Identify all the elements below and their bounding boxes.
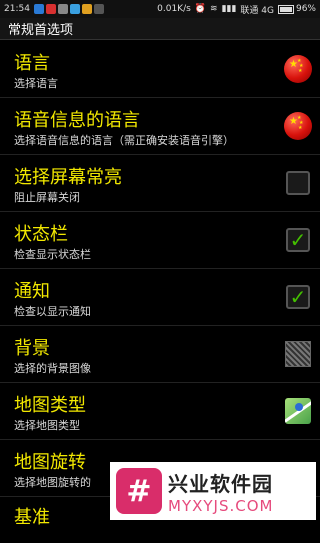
pref-title: 地图旋转 xyxy=(14,452,86,473)
background-thumbnail-icon xyxy=(285,341,311,367)
status-bar: 21:54 0.01K/s ⏰ ≋ ▮▮▮ 联通 4G 96% xyxy=(0,0,320,18)
status-bar-checkbox[interactable]: ✓ xyxy=(286,228,310,252)
pref-title: 语言 xyxy=(14,53,50,74)
app-notification-icon xyxy=(69,4,80,14)
pref-summary: 选择地图旋转的 xyxy=(14,476,91,489)
pref-summary: 选择地图类型 xyxy=(14,419,80,432)
wifi-icon: ≋ xyxy=(210,4,218,14)
pref-title: 状态栏 xyxy=(14,224,68,245)
pref-summary: 选择的背景图像 xyxy=(14,362,91,375)
app-notification-icon xyxy=(33,4,44,14)
page-title: 常规首选项 xyxy=(8,23,74,38)
status-time: 21:54 xyxy=(4,4,30,14)
pref-status-bar[interactable]: 状态栏 检查显示状态栏 ✓ xyxy=(0,212,320,269)
app-notification-icon xyxy=(81,4,92,14)
pref-title: 通知 xyxy=(14,281,50,302)
app-notification-icon xyxy=(93,4,104,14)
notification-checkbox[interactable]: ✓ xyxy=(286,285,310,309)
watermark-logo-icon: # xyxy=(116,468,162,514)
keep-screen-on-checkbox[interactable] xyxy=(286,171,310,195)
pref-summary: 选择语言 xyxy=(14,77,58,90)
pref-map-type[interactable]: 地图类型 选择地图类型 xyxy=(0,383,320,440)
flag-icon: ★ ★ ★ ★ xyxy=(284,112,312,140)
pref-voice-language[interactable]: 语音信息的语言 选择语音信息的语言（需正确安装语音引擎） ★ ★ ★ ★ xyxy=(0,98,320,155)
battery-icon: 96% xyxy=(277,4,316,14)
pref-summary: 选择语音信息的语言（需正确安装语音引擎） xyxy=(14,134,234,147)
battery-level xyxy=(279,6,292,12)
pref-title: 背景 xyxy=(14,338,50,359)
flag-icon: ★ ★ ★ ★ xyxy=(284,55,312,83)
watermark-banner: # 兴业软件园 MYXYJS.COM xyxy=(110,462,316,520)
pref-title: 基准 xyxy=(14,507,50,528)
pref-keep-screen-on[interactable]: 选择屏幕常亮 阻止屏幕关闭 xyxy=(0,155,320,212)
pref-language[interactable]: 语言 选择语言 ★ ★ ★ ★ xyxy=(0,41,320,98)
pref-summary: 检查显示状态栏 xyxy=(14,248,91,261)
network-speed: 0.01K/s xyxy=(157,4,191,14)
notification-icons xyxy=(33,4,104,14)
app-notification-icon xyxy=(57,4,68,14)
pref-title: 地图类型 xyxy=(14,395,86,416)
pref-title: 选择屏幕常亮 xyxy=(14,167,122,188)
page-title-bar: 常规首选项 xyxy=(0,18,320,40)
pref-summary: 检查以显示通知 xyxy=(14,305,91,318)
watermark-domain: MYXYJS.COM xyxy=(168,496,274,515)
watermark-name: 兴业软件园 xyxy=(168,471,273,496)
check-icon: ✓ xyxy=(289,285,307,309)
alarm-icon: ⏰ xyxy=(194,4,207,14)
pref-background[interactable]: 背景 选择的背景图像 xyxy=(0,326,320,383)
signal-icon: ▮▮▮ xyxy=(221,4,237,14)
pref-notification[interactable]: 通知 检查以显示通知 ✓ xyxy=(0,269,320,326)
check-icon: ✓ xyxy=(289,228,307,252)
pref-title: 语音信息的语言 xyxy=(14,110,140,131)
map-icon xyxy=(285,398,311,424)
app-notification-icon xyxy=(45,4,56,14)
pref-summary: 阻止屏幕关闭 xyxy=(14,191,80,204)
battery-percent: 96% xyxy=(295,4,316,14)
carrier-label: 联通 4G xyxy=(240,5,274,16)
